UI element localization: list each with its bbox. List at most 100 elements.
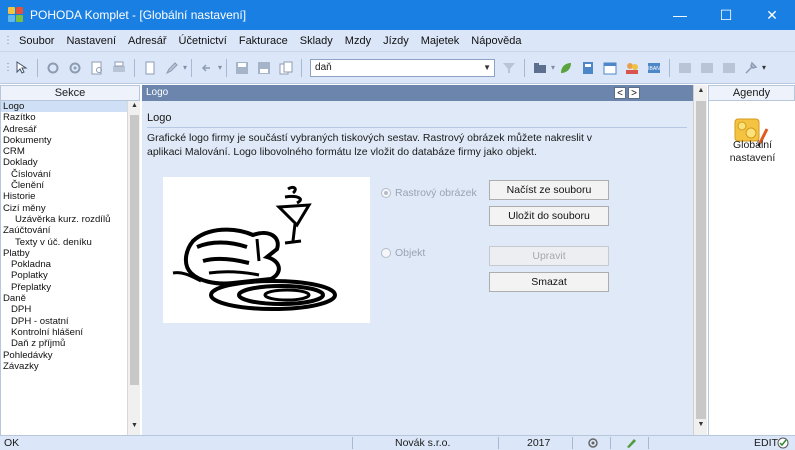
new-record-icon[interactable] <box>142 60 158 76</box>
iban-icon[interactable]: IBAN <box>646 60 662 76</box>
section-item-razitko[interactable]: Razítko <box>1 112 127 123</box>
page-title: Logo <box>147 112 172 124</box>
section-item-historie[interactable]: Historie <box>1 191 127 202</box>
filter-icon[interactable] <box>501 60 517 76</box>
section-item-pohledavky[interactable]: Pohledávky <box>1 350 127 361</box>
back-arrow-icon[interactable] <box>199 60 215 76</box>
save-to-file-button[interactable]: Uložit do souboru <box>489 206 609 226</box>
chevron-down-icon[interactable]: ▾ <box>218 63 222 72</box>
settings2-icon[interactable] <box>67 60 83 76</box>
section-item-zavazky[interactable]: Závazky <box>1 361 127 372</box>
folder-icon[interactable] <box>532 60 548 76</box>
next-section-button[interactable]: > <box>628 87 640 99</box>
menu-grip-icon: ⋮ <box>3 35 13 46</box>
section-item-pokladna[interactable]: Pokladna <box>1 259 127 270</box>
tools-icon[interactable] <box>743 60 759 76</box>
menu-sklady[interactable]: Sklady <box>294 35 339 47</box>
save-as-icon[interactable] <box>256 60 272 76</box>
load-from-file-button[interactable]: Načíst ze souboru <box>489 180 609 200</box>
section-item-adresar[interactable]: Adresář <box>1 124 127 135</box>
users-icon[interactable] <box>624 60 640 76</box>
menu-adresar[interactable]: Adresář <box>122 35 173 47</box>
section-item-cleneni[interactable]: Členění <box>1 180 127 191</box>
section-item-crm[interactable]: CRM <box>1 146 127 157</box>
check-pen-icon <box>625 437 637 450</box>
menu-soubor[interactable]: Soubor <box>13 35 60 47</box>
raster-image-label: Rastrový obrázek <box>395 187 477 199</box>
section-item-texty[interactable]: Texty v úč. deníku <box>1 237 127 248</box>
svg-text:IBAN: IBAN <box>648 66 660 72</box>
global-settings-label-line1[interactable]: Globální <box>709 139 795 152</box>
section-item-poplatky[interactable]: Poplatky <box>1 270 127 281</box>
raster-image-radio[interactable]: Rastrový obrázek <box>381 187 477 199</box>
table-icon[interactable] <box>699 60 715 76</box>
section-item-doklady[interactable]: Doklady <box>1 157 127 168</box>
agendas-header: Agendy <box>708 85 795 101</box>
edit-mode-label: EDIT <box>754 437 778 449</box>
maximize-button[interactable]: ☐ <box>703 0 749 30</box>
pohoda-app-icon <box>8 7 24 23</box>
scroll-up-icon[interactable]: ▲ <box>128 102 141 114</box>
section-item-dan-z-prijmu[interactable]: Daň z příjmů <box>1 338 127 349</box>
scrollbar-thumb[interactable] <box>696 101 706 419</box>
section-item-dph[interactable]: DPH <box>1 304 127 315</box>
status-separator <box>648 437 649 449</box>
edit-pencil-icon[interactable] <box>164 60 180 76</box>
minimize-button[interactable]: — <box>657 0 703 30</box>
green-leaf-icon[interactable] <box>558 60 574 76</box>
chevron-down-icon[interactable]: ▾ <box>762 63 766 72</box>
section-item-preplatky[interactable]: Přeplatky <box>1 282 127 293</box>
copy-icon[interactable] <box>278 60 294 76</box>
calculator-icon[interactable] <box>580 60 596 76</box>
content-scrollbar[interactable]: ▲ ▼ <box>693 85 707 435</box>
menu-jizdy[interactable]: Jízdy <box>377 35 415 47</box>
toolbar-separator <box>669 58 671 77</box>
scroll-up-icon[interactable]: ▲ <box>694 87 708 99</box>
chevron-down-icon[interactable]: ▾ <box>551 63 555 72</box>
global-settings-label-line2[interactable]: nastavení <box>709 152 795 165</box>
chevron-down-icon[interactable]: ▾ <box>183 63 187 72</box>
menu-napoveda[interactable]: Nápověda <box>465 35 527 47</box>
scrollbar-thumb[interactable] <box>130 115 139 385</box>
print-preview-icon[interactable] <box>89 60 105 76</box>
menu-nastaveni[interactable]: Nastavení <box>60 35 122 47</box>
section-item-dane[interactable]: Daně <box>1 293 127 304</box>
print-icon[interactable] <box>111 60 127 76</box>
section-item-uzaverka[interactable]: Uzávěrka kurz. rozdílů <box>1 214 127 225</box>
section-item-logo[interactable]: Logo <box>1 101 127 113</box>
section-item-cislovani[interactable]: Číslování <box>1 169 127 180</box>
status-separator <box>572 437 573 449</box>
scroll-down-icon[interactable]: ▼ <box>128 422 141 434</box>
cursor-help-icon[interactable] <box>14 60 30 76</box>
search-combobox[interactable]: daň ▼ <box>310 58 496 77</box>
section-item-dph-ostatni[interactable]: DPH - ostatní <box>1 316 127 327</box>
section-item-zauctovani[interactable]: Zaúčtování <box>1 225 127 236</box>
menu-ucetnictvi[interactable]: Účetnictví <box>173 35 233 47</box>
prev-section-button[interactable]: < <box>614 87 626 99</box>
section-item-platby[interactable]: Platby <box>1 248 127 259</box>
delete-button[interactable]: Smazat <box>489 272 609 292</box>
section-item-dokumenty[interactable]: Dokumenty <box>1 135 127 146</box>
settings-icon[interactable] <box>45 60 61 76</box>
scroll-down-icon[interactable]: ▼ <box>694 421 708 433</box>
calendar-icon[interactable] <box>602 60 618 76</box>
menu-mzdy[interactable]: Mzdy <box>339 35 377 47</box>
grid-icon[interactable] <box>677 60 693 76</box>
toolbar-separator <box>226 58 228 77</box>
search-input-value[interactable]: daň <box>315 62 332 73</box>
save-icon[interactable] <box>234 60 250 76</box>
status-company: Novák s.r.o. <box>395 437 451 449</box>
edit-button[interactable]: Upravit <box>489 246 609 266</box>
section-item-kontrolni-hlaseni[interactable]: Kontrolní hlášení <box>1 327 127 338</box>
menu-majetek[interactable]: Majetek <box>415 35 466 47</box>
status-separator <box>610 437 611 449</box>
title-bar: POHODA Komplet - [Globální nastavení] — … <box>0 0 795 30</box>
object-radio[interactable]: Objekt <box>381 247 425 259</box>
status-year: 2017 <box>527 437 551 449</box>
chevron-down-icon[interactable]: ▼ <box>483 63 491 72</box>
menu-fakturace[interactable]: Fakturace <box>233 35 294 47</box>
close-button[interactable]: ✕ <box>749 0 795 30</box>
sections-scrollbar[interactable]: ▲ ▼ <box>127 101 140 435</box>
section-item-cizi-meny[interactable]: Cizí měny <box>1 203 127 214</box>
report-icon[interactable] <box>721 60 737 76</box>
